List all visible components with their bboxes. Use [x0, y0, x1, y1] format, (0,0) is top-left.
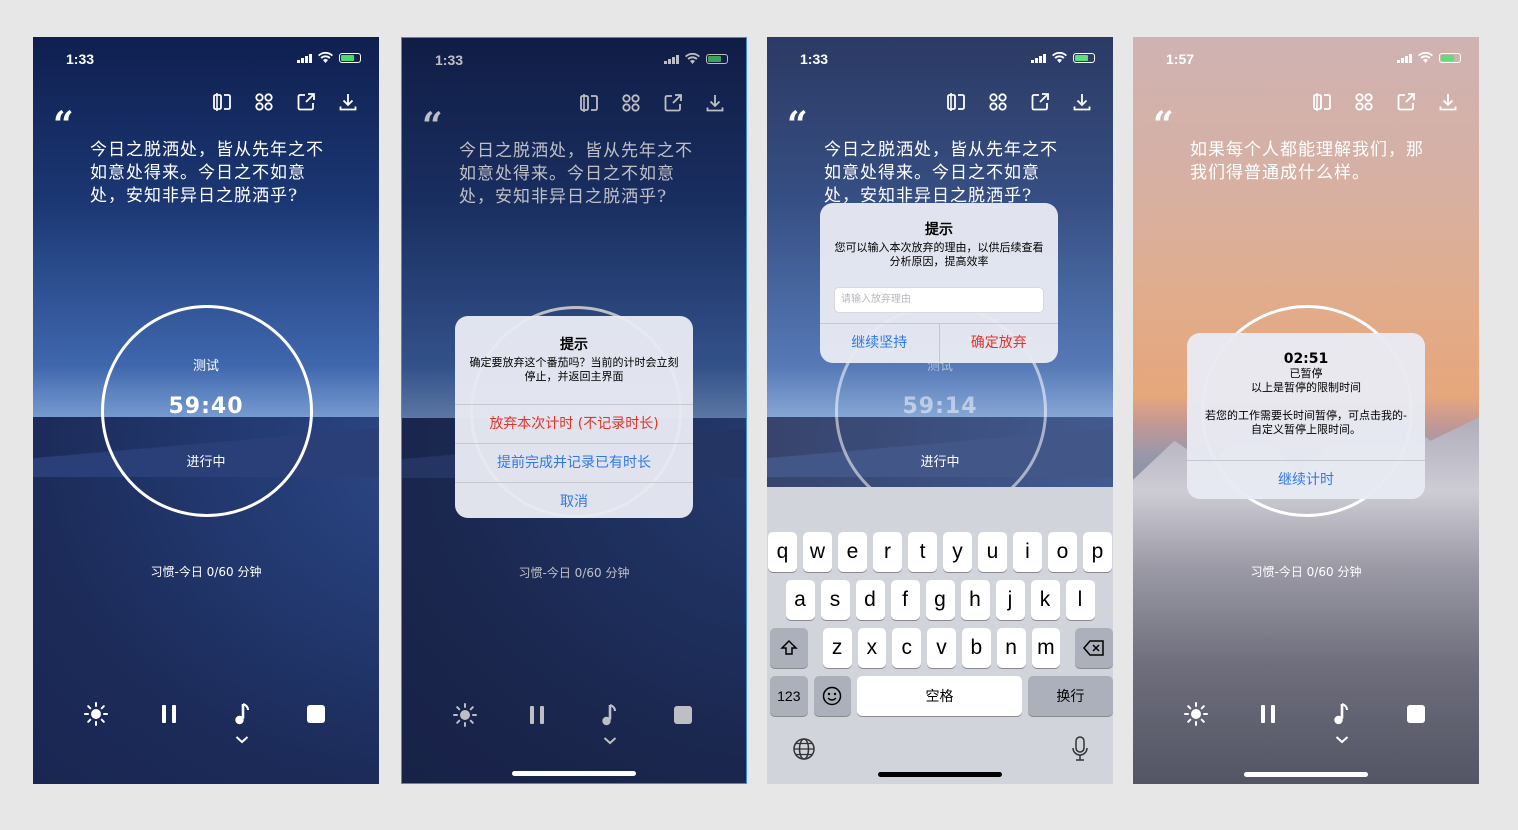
cellular-signal-icon	[297, 53, 312, 63]
globe-icon[interactable]	[792, 737, 816, 761]
mirror-icon[interactable]	[211, 91, 233, 113]
phone-screen-paused-dialog: 1:57 “ 如果每个人都能理解我们，那我们得普通成什么样。 习惯-今日 0/6…	[1133, 37, 1479, 784]
key-f[interactable]: f	[890, 580, 920, 620]
key-o[interactable]: o	[1048, 532, 1077, 572]
return-key[interactable]: 换行	[1027, 676, 1113, 716]
grid-icon[interactable]	[253, 91, 275, 113]
keyboard: q w e r t y u i o p a s d f g h j k l z …	[767, 487, 1113, 784]
pause-icon[interactable]	[156, 701, 182, 727]
microphone-icon[interactable]	[1071, 736, 1089, 762]
music-icon[interactable]	[230, 701, 256, 727]
share-icon[interactable]	[295, 91, 317, 113]
stop-icon[interactable]	[303, 701, 329, 727]
emoji-key[interactable]	[813, 676, 852, 716]
reason-input[interactable]: 请输入放弃理由	[834, 287, 1044, 313]
countdown-time: 59:40	[168, 394, 244, 419]
control-bar	[33, 701, 379, 741]
numbers-key[interactable]: 123	[770, 676, 808, 716]
delete-key[interactable]	[1075, 628, 1113, 668]
emoji-icon	[823, 686, 842, 706]
key-w[interactable]: w	[803, 532, 832, 572]
key-p[interactable]: p	[1083, 532, 1112, 572]
key-b[interactable]: b	[961, 628, 991, 668]
key-g[interactable]: g	[925, 580, 955, 620]
wifi-icon	[318, 52, 333, 63]
reason-alert-dialog: 提示 您可以输入本次放弃的理由，以供后续查看分析原因，提高效率 请输入放弃理由 …	[820, 203, 1058, 363]
key-r[interactable]: r	[873, 532, 902, 572]
paused-alert-dialog: 02:51 已暂停 以上是暂停的限制时间 若您的工作需要长时间暂停，可点击我的-…	[1187, 333, 1425, 499]
download-icon[interactable]	[337, 91, 359, 113]
keyboard-row-3: z x c v b n m	[767, 628, 1113, 668]
alert-message: 确定要放弃这个番茄吗？当前的计时会立刻停止，并返回主界面	[469, 356, 679, 383]
space-key[interactable]: 空格	[857, 676, 1022, 716]
home-indicator[interactable]	[512, 771, 636, 776]
abandon-alert-dialog: 提示 确定要放弃这个番茄吗？当前的计时会立刻停止，并返回主界面 放弃本次计时 (…	[455, 316, 693, 518]
pause-limit-caption: 以上是暂停的限制时间	[1251, 381, 1361, 394]
finish-and-record-button[interactable]: 提前完成并记录已有时长	[455, 443, 693, 482]
top-toolbar	[211, 91, 359, 113]
key-q[interactable]: q	[768, 532, 797, 572]
abandon-no-record-button[interactable]: 放弃本次计时 (不记录时长)	[455, 404, 693, 443]
keyboard-row-1: q w e r t y u i o p	[767, 532, 1113, 572]
key-n[interactable]: n	[996, 628, 1026, 668]
key-c[interactable]: c	[892, 628, 922, 668]
continue-timer-button[interactable]: 继续计时	[1187, 460, 1425, 499]
key-t[interactable]: t	[908, 532, 937, 572]
cancel-button[interactable]: 取消	[455, 482, 693, 518]
keep-going-button[interactable]: 继续坚持	[820, 324, 939, 362]
keyboard-row-4: 123 空格 换行	[767, 676, 1113, 716]
key-z[interactable]: z	[822, 628, 852, 668]
pause-limit-time: 02:51	[1283, 351, 1329, 367]
task-name: 测试	[192, 359, 219, 374]
key-e[interactable]: e	[838, 532, 867, 572]
key-y[interactable]: y	[943, 532, 972, 572]
battery-charging-icon	[339, 52, 361, 63]
alert-message: 您可以输入本次放弃的理由，以供后续查看分析原因，提高效率	[834, 241, 1044, 268]
key-h[interactable]: h	[960, 580, 990, 620]
key-d[interactable]: d	[855, 580, 885, 620]
alert-title: 提示	[560, 337, 588, 353]
phone-screen-reason-dialog: 1:33 “ 今日之脱洒处，皆从先年之不如意处得来。今日之不如意处，安知非异日之…	[767, 37, 1113, 784]
timer-state: 进行中	[186, 455, 226, 470]
brightness-icon[interactable]	[83, 701, 109, 727]
status-bar: 1:33	[33, 51, 379, 69]
key-u[interactable]: u	[978, 532, 1007, 572]
alert-message: 若您的工作需要长时间暂停，可点击我的-自定义暂停上限时间。	[1205, 409, 1407, 436]
chevron-down-icon[interactable]	[235, 735, 249, 745]
phone-screen-abandon-dialog: 1:33 “ 今日之脱洒处，皆从先年之不如意处得来。今日之不如意处，安知非异日之…	[401, 37, 747, 784]
paused-label: 已暂停	[1289, 367, 1323, 380]
quote-text: 今日之脱洒处，皆从先年之不如意处得来。今日之不如意处，安知非异日之脱洒乎?	[90, 140, 324, 206]
alert-title: 提示	[925, 222, 953, 238]
key-x[interactable]: x	[857, 628, 887, 668]
quote-mark: “	[53, 104, 74, 146]
home-indicator[interactable]	[878, 772, 1002, 777]
alert-button-row: 继续坚持 确定放弃	[820, 323, 1058, 362]
shift-icon	[780, 639, 798, 655]
keyboard-row-2: a s d f g h j k l	[767, 580, 1113, 620]
confirm-abandon-button[interactable]: 确定放弃	[938, 324, 1059, 362]
key-m[interactable]: m	[1031, 628, 1061, 668]
key-k[interactable]: k	[1030, 580, 1060, 620]
phone-screen-running: 1:33 “ 今日之脱洒处，皆从先年之不如意处得来。今日之不如意处，安知非异日之…	[33, 37, 379, 784]
key-i[interactable]: i	[1013, 532, 1042, 572]
key-j[interactable]: j	[995, 580, 1025, 620]
backspace-icon	[1083, 640, 1104, 656]
shift-key[interactable]	[770, 628, 808, 668]
key-s[interactable]: s	[820, 580, 850, 620]
key-a[interactable]: a	[785, 580, 815, 620]
key-v[interactable]: v	[927, 628, 956, 668]
habit-progress: 习惯-今日 0/60 分钟	[150, 565, 262, 579]
home-indicator[interactable]	[1244, 772, 1368, 777]
key-l[interactable]: l	[1065, 580, 1095, 620]
status-time: 1:33	[66, 51, 95, 67]
